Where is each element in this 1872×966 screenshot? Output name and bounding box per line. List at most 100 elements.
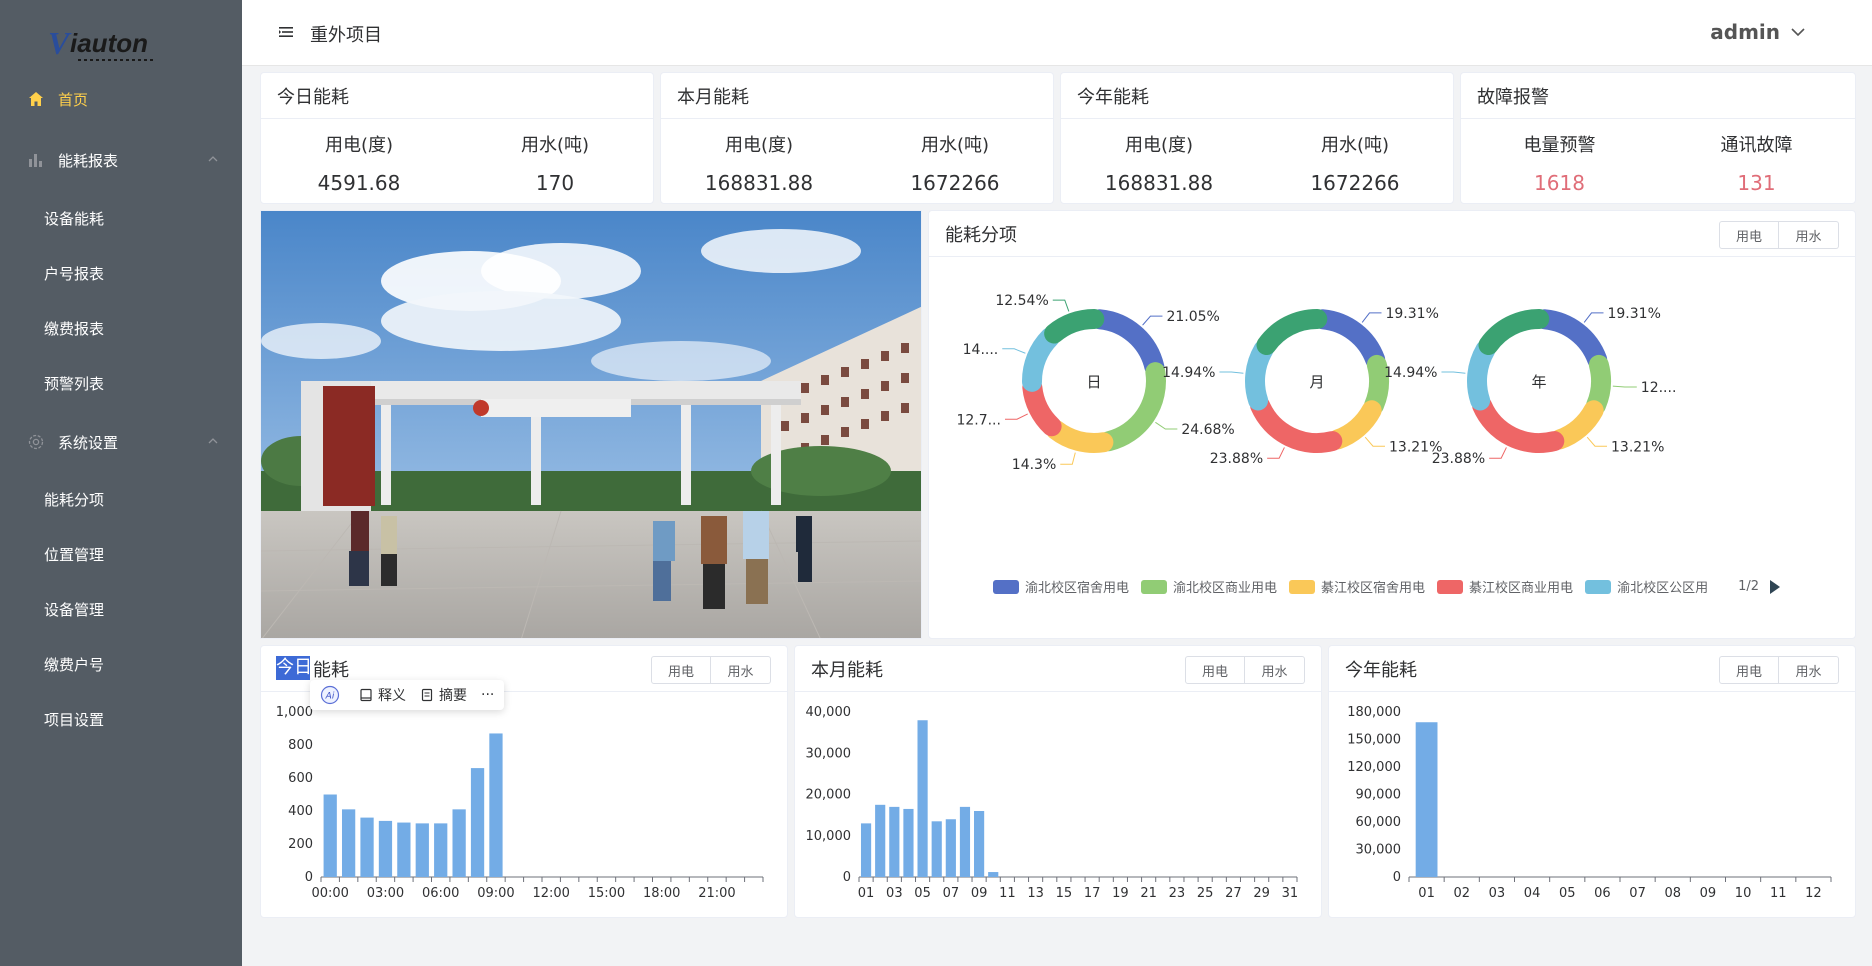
x-tick-label: 23 bbox=[1169, 886, 1186, 901]
more-button[interactable]: ··· bbox=[481, 687, 494, 703]
donut-slice-label: 14.3% bbox=[1012, 457, 1056, 473]
bar-toggle: 用电 用水 bbox=[651, 656, 771, 684]
y-tick-label: 90,000 bbox=[1356, 788, 1402, 803]
legend-label: 綦江校区宿舍用电 bbox=[1321, 581, 1426, 596]
x-tick-label: 01 bbox=[1418, 886, 1435, 901]
x-tick-label: 18:00 bbox=[643, 886, 680, 901]
donut-slice bbox=[1478, 309, 1550, 356]
elec-button[interactable]: 用电 bbox=[651, 656, 711, 684]
user-menu[interactable]: admin bbox=[1710, 20, 1806, 44]
x-tick-label: 11 bbox=[1770, 886, 1787, 901]
menu-home[interactable]: 首页 bbox=[0, 79, 242, 119]
menu-settings[interactable]: 系统设置 bbox=[0, 422, 242, 462]
water-button[interactable]: 用水 bbox=[1245, 656, 1305, 684]
donut-center-label: 年 bbox=[1531, 373, 1546, 391]
brand-logo: V iauton bbox=[48, 25, 156, 61]
menu-device-manage[interactable]: 设备管理 bbox=[0, 589, 242, 629]
triangle-right-icon[interactable] bbox=[1769, 579, 1781, 595]
menu-device-energy-label: 设备能耗 bbox=[44, 209, 105, 228]
stat-value-alert: 131 bbox=[1737, 171, 1776, 195]
x-tick-label: 12:00 bbox=[532, 886, 569, 901]
legend-swatch bbox=[1437, 579, 1464, 594]
bar-card-month: 本月能耗 用电 用水 0 10,000 20,000 30,000 40,000 01 03… bbox=[794, 645, 1322, 918]
y-tick-label: 400 bbox=[288, 804, 313, 819]
donut-label-line bbox=[1489, 447, 1507, 459]
donut-center-label: 日 bbox=[1086, 373, 1101, 391]
stat-value: 1672266 bbox=[910, 171, 1000, 195]
y-tick-label: 10,000 bbox=[806, 829, 852, 844]
bar bbox=[452, 809, 466, 877]
bar bbox=[360, 817, 374, 877]
x-tick-label: 04 bbox=[1524, 886, 1541, 901]
x-tick-label: 17 bbox=[1084, 886, 1101, 901]
menu-payment-report[interactable]: 缴费报表 bbox=[0, 308, 242, 348]
donut-slice bbox=[1364, 354, 1389, 416]
bar-card-title: 本月能耗 用电 用水 bbox=[795, 646, 1321, 692]
legend-label: 綦江校区商业用电 bbox=[1469, 581, 1574, 596]
y-tick-label: 0 bbox=[305, 870, 313, 885]
menu-toggle-icon[interactable] bbox=[278, 24, 294, 40]
x-tick-label: 05 bbox=[914, 886, 931, 901]
donut-slice-label: 19.31% bbox=[1385, 306, 1438, 322]
legend-item[interactable]: 渝北校区商业用电 bbox=[1141, 577, 1277, 596]
menu-account-report[interactable]: 户号报表 bbox=[0, 253, 242, 293]
bar bbox=[434, 823, 448, 877]
water-button[interactable]: 用水 bbox=[1779, 221, 1839, 249]
menu-project-settings[interactable]: 项目设置 bbox=[0, 699, 242, 739]
ai-selection-toolbar: Ai 释义 摘要 ··· bbox=[310, 680, 505, 710]
bar-card-title: 今年能耗 用电 用水 bbox=[1329, 646, 1855, 692]
elec-button[interactable]: 用电 bbox=[1185, 656, 1245, 684]
legend-item[interactable]: 渝北校区宿舍用电 bbox=[993, 577, 1129, 596]
legend-item[interactable]: 綦江校区宿舍用电 bbox=[1289, 577, 1425, 596]
breakdown-title-text: 能耗分项 bbox=[945, 224, 1017, 246]
donut-slice bbox=[1022, 327, 1061, 392]
donut-slice-label: 19.31% bbox=[1607, 306, 1660, 322]
x-tick-label: 11 bbox=[999, 886, 1016, 901]
donut-slice-label: 23.88% bbox=[1432, 451, 1485, 467]
chevron-up-icon bbox=[208, 438, 218, 444]
bar-card-year: 今年能耗 用电 用水 0 30,000 60,000 90,000 120,000 150… bbox=[1328, 645, 1856, 918]
ai-button[interactable]: Ai bbox=[320, 685, 345, 705]
menu-energy-category[interactable]: 能耗分项 bbox=[0, 479, 242, 519]
explain-button[interactable]: 释义 bbox=[359, 685, 406, 705]
bar-chart-year: 0 30,000 60,000 90,000 120,000 150,000 180,000… bbox=[1347, 705, 1832, 901]
summary-button[interactable]: 摘要 bbox=[420, 685, 467, 705]
menu-reports[interactable]: 能耗报表 bbox=[0, 140, 242, 180]
elec-button[interactable]: 用电 bbox=[1719, 221, 1779, 249]
x-tick-label: 15 bbox=[1056, 886, 1073, 901]
donut-label-line bbox=[1583, 312, 1604, 323]
elec-button[interactable]: 用电 bbox=[1719, 656, 1779, 684]
stat-label: 用电(度) bbox=[324, 135, 394, 156]
menu-alert-list[interactable]: 预警列表 bbox=[0, 363, 242, 403]
y-tick-label: 60,000 bbox=[1356, 815, 1402, 830]
y-tick-label: 150,000 bbox=[1347, 733, 1401, 748]
stat-value: 1672266 bbox=[1310, 171, 1400, 195]
legend-swatch bbox=[993, 579, 1019, 594]
menu-payment-account[interactable]: 缴费户号 bbox=[0, 644, 242, 684]
donut-slice bbox=[1549, 400, 1604, 450]
stat-label: 用水(吨) bbox=[920, 135, 990, 156]
chevron-up-icon bbox=[208, 156, 218, 162]
stat-label: 用电(度) bbox=[1124, 135, 1194, 156]
stat-label: 用电(度) bbox=[724, 135, 794, 156]
water-button[interactable]: 用水 bbox=[1779, 656, 1839, 684]
donut-label-line bbox=[1155, 421, 1178, 430]
legend-swatch bbox=[1585, 579, 1612, 594]
x-tick-label: 06 bbox=[1594, 886, 1611, 901]
y-tick-label: 180,000 bbox=[1347, 705, 1401, 720]
menu-project-settings-label: 项目设置 bbox=[44, 710, 105, 729]
legend-item[interactable]: 綦江校区商业用电 bbox=[1437, 577, 1573, 596]
stat-value: 168831.88 bbox=[704, 171, 814, 195]
donut-label-line bbox=[1142, 315, 1163, 326]
donut-slice bbox=[1098, 362, 1166, 452]
menu-location[interactable]: 位置管理 bbox=[0, 534, 242, 574]
menu-payment-account-label: 缴费户号 bbox=[44, 655, 105, 674]
donut-label-line bbox=[1364, 436, 1386, 447]
y-tick-label: 200 bbox=[288, 837, 313, 852]
legend-item[interactable]: 渝北校区公区用 bbox=[1585, 577, 1708, 596]
menu-device-energy[interactable]: 设备能耗 bbox=[0, 198, 242, 238]
bar bbox=[889, 806, 900, 877]
water-button[interactable]: 用水 bbox=[711, 656, 771, 684]
bar bbox=[860, 823, 872, 877]
donut-slice-label: 12.... bbox=[1641, 380, 1677, 396]
